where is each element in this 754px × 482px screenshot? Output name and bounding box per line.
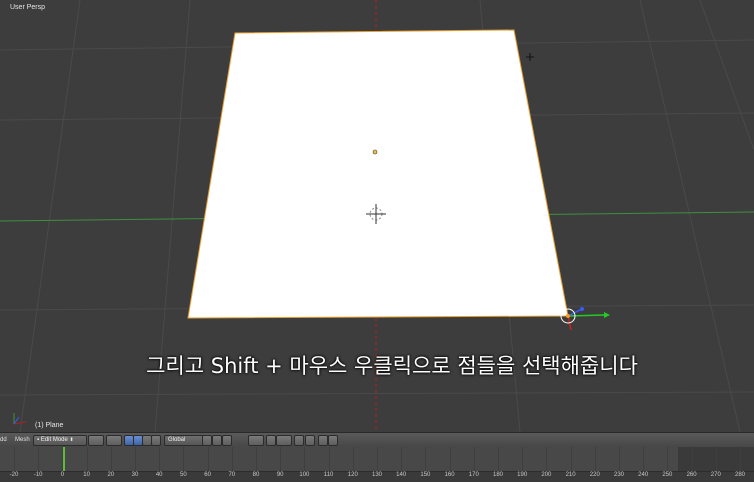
axis-gizmo [13,413,27,425]
mode-select-label: Edit Mode [40,437,68,443]
timeline-gridline [159,447,161,471]
mouse-cursor-icon [526,53,534,61]
frame-number-label: 120 [347,472,358,478]
timeline-gridline [498,447,499,471]
timeline-gridline [256,447,257,471]
timeline-gridline [643,447,645,471]
timeline-gridline [328,447,330,471]
viewport-shading-icon[interactable] [88,435,104,446]
layer-icon[interactable] [276,435,292,446]
transform-manipulator[interactable] [560,307,610,331]
subtitle-caption: 그리고 Shift + 마우스 우클릭으로 점들을 선택해줍니다 [146,354,638,378]
frame-number-label: 10 [83,472,90,478]
timeline-gridline [183,447,185,471]
timeline-gridline [38,447,40,471]
frame-number-label: 150 [420,472,431,478]
viewport-header: dd Mesh ▪ Edit Mode ⬍ Global [0,432,754,447]
orientation-select[interactable]: Global [164,435,204,446]
view-menu[interactable]: dd [0,435,7,445]
frame-number-label: 210 [565,472,576,478]
timeline-gridline [86,447,88,471]
edge-select-icon[interactable] [212,435,222,446]
timeline-gridline [740,447,741,471]
proportional-icon[interactable] [248,435,264,446]
frame-number-label: 280 [734,472,746,478]
frame-number-label: 250 [662,472,673,478]
face-select-icon[interactable] [222,435,232,446]
timeline-gridline [377,447,378,471]
timeline-gridline [691,447,693,471]
vertex-select-icon[interactable] [202,435,212,446]
frame-number-label: 230 [613,472,625,478]
frame-number-label: 200 [541,472,552,478]
frame-number-label: 90 [276,472,284,478]
timeline-gridline [594,447,596,471]
frame-number-label: 140 [396,472,407,478]
snap-icon[interactable] [266,435,276,446]
plane-mesh[interactable] [187,29,569,319]
object-origin[interactable] [372,149,378,155]
frame-number-label: 60 [204,472,211,478]
frame-number-label: 240 [638,472,649,478]
frame-number-label: 70 [228,472,236,478]
timeline-gridline [546,447,548,471]
frame-number-label: -10 [33,472,43,478]
frame-number-label: 260 [686,472,697,478]
frame-number-label: 40 [155,472,163,478]
camera-icon[interactable] [318,435,328,446]
frame-number-label: 110 [323,472,334,478]
timeline-gridline [62,447,64,471]
frame-number-label: 220 [589,472,600,478]
mode-icon: ▪ [37,437,40,443]
timeline-gridline [570,447,572,471]
mesh-menu[interactable]: Mesh [15,435,30,445]
frame-number-label: 270 [710,472,721,478]
chevron-updown-icon: ⬍ [69,437,74,443]
frame-number-label: 0 [60,472,65,478]
timeline-gridline [135,447,136,471]
frame-number-label: 160 [444,472,455,478]
frame-number-label: 130 [371,472,383,478]
timeline-gridline [425,447,427,471]
frame-number-label: 180 [492,472,504,478]
object-label: (1) Plane [35,422,64,429]
frame-number-label: 170 [468,472,479,478]
timeline-gridline [522,447,524,471]
timeline-editor[interactable]: -20 -10 0 10 20 30 40 50 60 70 80 90 100 110 120 130 140… [0,447,754,482]
timeline-gridline [110,447,112,471]
frame-number-label: 50 [180,472,187,478]
scale-icon[interactable] [151,435,161,446]
timeline-gridline [14,447,15,471]
timeline-gridline [401,447,403,471]
timeline-gridline [231,447,233,471]
timeline-gridline [715,447,717,471]
frame-number-label: 100 [299,472,310,478]
timeline-gridline [619,447,620,471]
frame-number-label: 80 [252,472,260,478]
view-label: User Persp [10,4,46,11]
occlude-icon[interactable] [294,435,304,446]
timeline-gridline [449,447,451,471]
timeline-gridline [207,447,209,471]
render-icon[interactable] [305,435,315,446]
frame-number-label: 30 [131,472,139,478]
orientation-select-label: Global [168,437,186,443]
frame-number-label: 190 [517,472,528,478]
pivot-icon[interactable] [106,435,122,446]
frame-number-label: 20 [107,472,115,478]
mode-select[interactable]: ▪ Edit Mode ⬍ [33,435,87,446]
timeline-gridline [667,447,669,471]
overlay-icon[interactable] [328,435,338,446]
timeline-gridline [473,447,475,471]
timeline-gridline [280,447,282,471]
timeline-gridline [352,447,354,471]
3d-viewport[interactable]: User Persp (1) Plane 그리고 Shift + 마우스 우클릭… [0,0,754,432]
timeline-gridline [304,447,306,471]
frame-number-label: -20 [9,472,19,478]
